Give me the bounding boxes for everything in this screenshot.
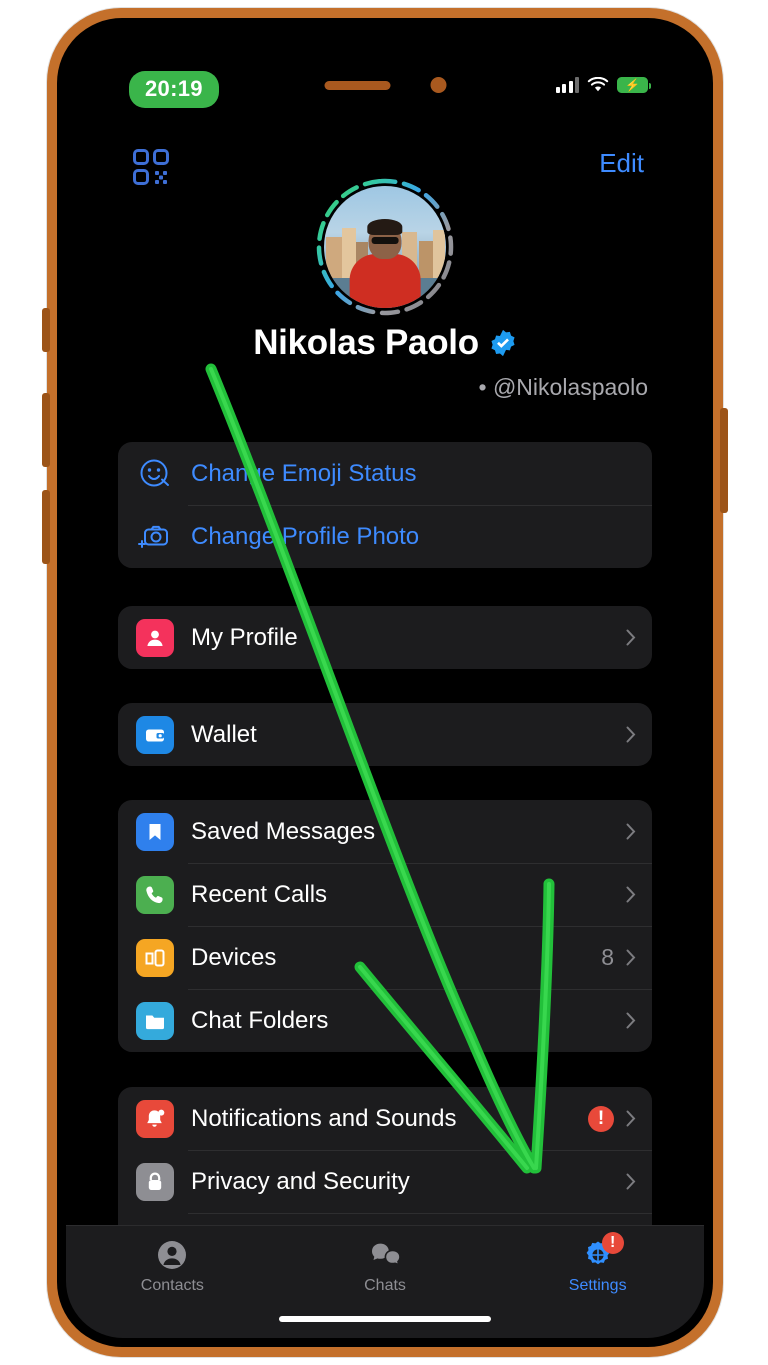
status-badge: ! bbox=[588, 1105, 614, 1132]
power-button[interactable] bbox=[720, 408, 728, 513]
row-label: Recent Calls bbox=[191, 880, 328, 908]
row-label: Chat Folders bbox=[191, 1006, 329, 1034]
chats-bubbles-icon bbox=[368, 1238, 402, 1272]
profile-username: • @Nikolaspaolo bbox=[478, 374, 648, 400]
row-label: Saved Messages bbox=[191, 817, 376, 845]
phone-body: 20:19 ⚡ Edit Nikolas Paolo • @Nikolaspao… bbox=[57, 18, 713, 1347]
row-devices[interactable]: Devices 8 bbox=[118, 926, 652, 989]
avatar-photo bbox=[324, 186, 446, 308]
card-main-list: Saved Messages Recent Calls Devices 8 Ch… bbox=[118, 800, 652, 1052]
status-indicators: ⚡ bbox=[555, 77, 651, 93]
contacts-person-icon bbox=[155, 1238, 189, 1272]
devices-icon bbox=[136, 938, 174, 977]
volume-down-button[interactable] bbox=[42, 490, 50, 564]
tab-label: Contacts bbox=[140, 1277, 204, 1294]
chevron-right-icon bbox=[626, 1110, 636, 1127]
wifi-icon bbox=[587, 77, 609, 92]
card-wallet: Wallet bbox=[118, 703, 652, 766]
chevron-right-icon bbox=[626, 823, 636, 840]
front-camera bbox=[430, 77, 446, 93]
row-wallet[interactable]: Wallet bbox=[118, 703, 652, 766]
nav-row: Edit bbox=[66, 145, 704, 193]
verified-badge-icon bbox=[491, 329, 515, 357]
row-change-emoji-status[interactable]: Change Emoji Status bbox=[118, 442, 652, 505]
row-saved-messages[interactable]: Saved Messages bbox=[118, 800, 652, 863]
volume-up-button[interactable] bbox=[42, 393, 50, 467]
wallet-icon bbox=[136, 715, 174, 754]
chevron-right-icon bbox=[626, 629, 636, 646]
cellular-signal-icon bbox=[555, 77, 579, 93]
row-label: Notifications and Sounds bbox=[191, 1104, 457, 1132]
row-label: Change Emoji Status bbox=[191, 459, 417, 487]
card-profile-actions: Change Emoji Status Change Profile Photo bbox=[118, 442, 652, 568]
tab-chats[interactable]: Chats bbox=[279, 1226, 492, 1295]
settings-gear-icon: ! bbox=[581, 1232, 624, 1272]
bell-icon bbox=[136, 1099, 174, 1138]
card-my-profile: My Profile bbox=[118, 606, 652, 669]
row-label: Privacy and Security bbox=[191, 1167, 410, 1195]
screenshot-stage: 20:19 ⚡ Edit Nikolas Paolo • @Nikolaspao… bbox=[0, 0, 768, 1365]
settings-alert-badge: ! bbox=[601, 1232, 624, 1254]
tab-contacts[interactable]: Contacts bbox=[66, 1226, 279, 1295]
bookmark-icon bbox=[136, 812, 174, 851]
battery-charging-icon: ⚡ bbox=[617, 77, 651, 93]
row-label: Change Profile Photo bbox=[191, 522, 420, 550]
row-value-devices: 8 bbox=[601, 944, 614, 970]
silent-switch[interactable] bbox=[42, 308, 50, 352]
phone-screen: 20:19 ⚡ Edit Nikolas Paolo • @Nikolaspao… bbox=[66, 27, 704, 1338]
chevron-right-icon bbox=[626, 726, 636, 743]
row-label: My Profile bbox=[191, 623, 298, 651]
tab-bar: Contacts Chats ! Settings bbox=[66, 1225, 704, 1338]
camera-plus-icon bbox=[136, 518, 174, 556]
tab-label: Chats bbox=[364, 1277, 406, 1294]
person-icon bbox=[136, 618, 174, 657]
row-label: Devices bbox=[191, 943, 277, 971]
status-time: 20:19 bbox=[129, 71, 219, 108]
tab-settings[interactable]: ! Settings bbox=[491, 1226, 704, 1295]
row-notifications-and-sounds[interactable]: Notifications and Sounds ! bbox=[118, 1087, 652, 1150]
edit-button[interactable]: Edit bbox=[599, 145, 644, 181]
phone-icon bbox=[136, 875, 174, 914]
chevron-right-icon bbox=[626, 886, 636, 903]
profile-name-row: Nikolas Paolo bbox=[66, 323, 704, 363]
row-chat-folders[interactable]: Chat Folders bbox=[118, 989, 652, 1052]
folder-icon bbox=[136, 1001, 174, 1040]
row-label: Wallet bbox=[191, 720, 257, 748]
row-my-profile[interactable]: My Profile bbox=[118, 606, 652, 669]
lock-icon bbox=[136, 1162, 174, 1201]
chevron-right-icon bbox=[626, 949, 636, 966]
dynamic-island bbox=[291, 63, 479, 107]
tab-label: Settings bbox=[568, 1277, 627, 1294]
row-recent-calls[interactable]: Recent Calls bbox=[118, 863, 652, 926]
profile-avatar[interactable] bbox=[315, 177, 455, 317]
qr-code-icon[interactable] bbox=[133, 149, 169, 185]
home-indicator[interactable] bbox=[279, 1316, 491, 1322]
chevron-right-icon bbox=[626, 1173, 636, 1190]
page-title: Nikolas Paolo bbox=[253, 323, 479, 362]
earpiece-speaker bbox=[324, 80, 390, 90]
chevron-right-icon bbox=[626, 1012, 636, 1029]
phone-frame: 20:19 ⚡ Edit Nikolas Paolo • @Nikolaspao… bbox=[42, 8, 728, 1357]
row-change-profile-photo[interactable]: Change Profile Photo bbox=[118, 505, 652, 568]
row-privacy-and-security[interactable]: Privacy and Security bbox=[118, 1150, 652, 1213]
emoji-smiley-icon bbox=[136, 455, 174, 493]
